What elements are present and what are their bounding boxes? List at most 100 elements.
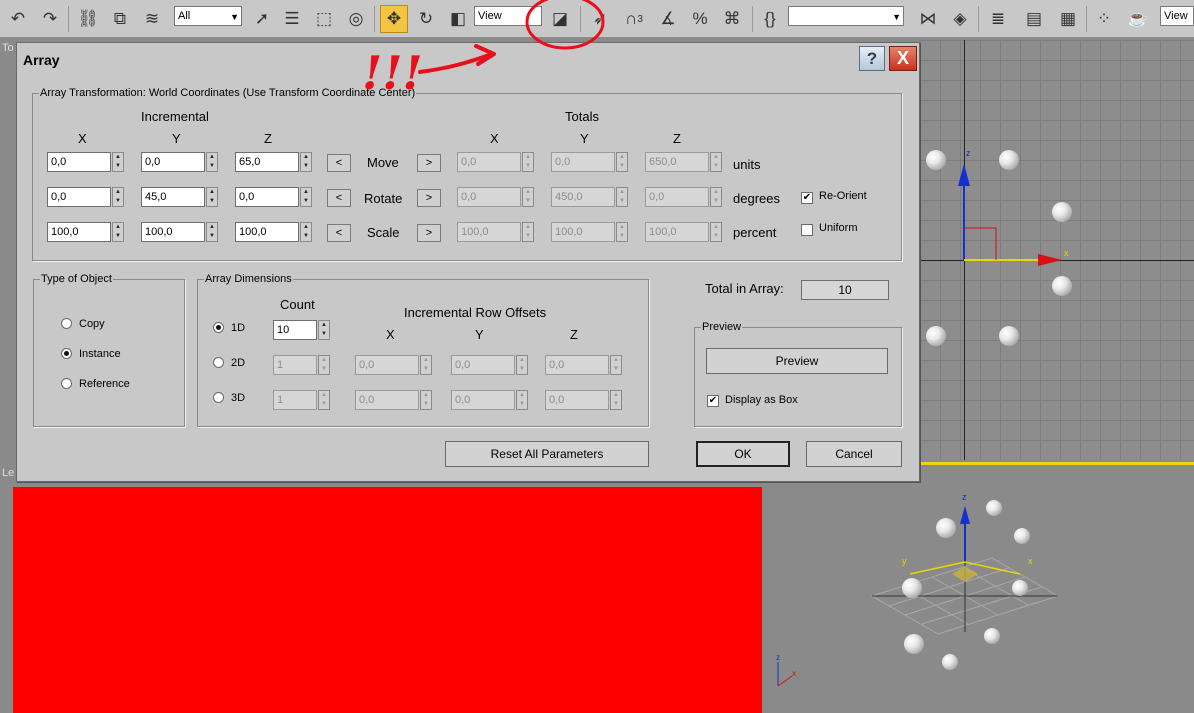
reorient-label: Re-Orient [819,190,867,202]
edit-named-selection-icon[interactable]: {} [756,5,784,33]
cancel-button[interactable]: Cancel [806,441,902,467]
move-right-arrow-button[interactable]: > [417,154,441,172]
scale-y-spinner[interactable]: ▲ ▼ [206,222,218,242]
spinner-snap-icon[interactable]: ⌘ [718,5,746,33]
layer-manager-icon[interactable]: ≣ [984,5,1012,33]
dialog-titlebar[interactable]: Array ? X [17,43,919,75]
display-as-box-checkbox[interactable]: ✔ [707,395,719,407]
selection-filter-dropdown[interactable]: All ▼ [174,6,242,26]
move-y-total: 0,0 [551,152,615,172]
viewport-label-left[interactable]: Le [2,467,14,479]
close-button[interactable]: X [889,46,917,71]
toolbar-separator [1086,6,1087,32]
array-sphere[interactable] [986,500,1002,516]
array-sphere[interactable] [1052,276,1072,296]
rectangular-selection-icon[interactable]: ⬚ [310,5,338,33]
array-sphere[interactable] [1012,580,1028,596]
array-sphere[interactable] [1052,202,1072,222]
manipulate-icon[interactable]: ➶ [586,5,614,33]
rotate-x-spinner[interactable]: ▲ ▼ [112,187,124,207]
copy-radio[interactable] [61,318,72,329]
select-and-scale-icon[interactable]: ◧ [444,5,472,33]
reorient-checkbox[interactable]: ✔ [801,192,813,204]
scale-z-spinner[interactable]: ▲ ▼ [300,222,312,242]
array-sphere[interactable] [902,578,922,598]
select-and-move-icon[interactable]: ✥ [380,5,408,33]
named-selection-dropdown[interactable]: ▼ [788,6,904,26]
curve-editor-icon[interactable]: ▤ [1020,5,1048,33]
dimension-3d-radio[interactable] [213,392,224,403]
move-left-arrow-button[interactable]: < [327,154,351,172]
scale-right-arrow-button[interactable]: > [417,224,441,242]
select-by-name-icon[interactable]: ☰ [278,5,306,33]
array-sphere[interactable] [1014,528,1030,544]
select-and-rotate-icon[interactable]: ↻ [412,5,440,33]
reference-coordinate-dropdown[interactable]: View [474,6,542,26]
count-1d-field[interactable]: 10 [273,320,317,340]
bind-to-space-warp-icon[interactable]: ≋ [138,5,166,33]
help-button[interactable]: ? [859,46,885,71]
snap-toggle-icon[interactable]: ∩ 3 [620,5,648,33]
move-x-incremental[interactable]: 0,0 [47,152,111,172]
rotate-unit-label: degrees [733,191,780,206]
render-setup-icon[interactable]: ☕ [1124,5,1152,33]
transform-gizmo[interactable]: z x [920,40,1194,460]
uniform-checkbox[interactable] [801,224,813,236]
toolbar-separator [752,6,753,32]
percent-snap-icon[interactable]: % [686,5,714,33]
array-sphere[interactable] [926,150,946,170]
array-sphere[interactable] [942,654,958,670]
rotate-left-arrow-button[interactable]: < [327,189,351,207]
top-viewport[interactable]: z x [920,40,1194,460]
array-sphere[interactable] [904,634,924,654]
scale-y-incremental[interactable]: 100,0 [141,222,205,242]
mirror-icon[interactable]: ⋈ [914,5,942,33]
array-sphere[interactable] [926,326,946,346]
move-y-spinner[interactable]: ▲ ▼ [206,152,218,172]
rotate-y-incremental[interactable]: 45,0 [141,187,205,207]
instance-radio[interactable] [61,348,72,359]
array-sphere[interactable] [936,518,956,538]
preview-button[interactable]: Preview [706,348,888,374]
angle-snap-icon[interactable]: ∡ [654,5,682,33]
viewport-label-top[interactable]: To [2,42,14,54]
perspective-viewport[interactable]: z x y z x [762,466,1194,713]
array-sphere[interactable] [984,628,1000,644]
redacted-area [13,487,762,713]
count-1d-spinner[interactable]: ▲ ▼ [318,320,330,340]
align-icon[interactable]: ◈ [946,5,974,33]
rotate-right-arrow-button[interactable]: > [417,189,441,207]
rotate-z-incremental[interactable]: 0,0 [235,187,299,207]
rotate-z-total-spinner: ▲ ▼ [710,187,722,207]
schematic-view-icon[interactable]: ▦ [1054,5,1082,33]
scale-left-arrow-button[interactable]: < [327,224,351,242]
select-and-link-icon[interactable]: ⛓ [74,5,102,33]
material-editor-icon[interactable]: ⁘ [1090,5,1118,33]
unlink-selection-icon[interactable]: ⧉ [106,5,134,33]
reset-all-parameters-button[interactable]: Reset All Parameters [445,441,649,467]
reference-radio[interactable] [61,378,72,389]
scale-z-incremental[interactable]: 100,0 [235,222,299,242]
ok-button[interactable]: OK [696,441,790,467]
rotate-x-incremental[interactable]: 0,0 [47,187,111,207]
scale-x-incremental[interactable]: 100,0 [47,222,111,242]
redo-icon[interactable]: ↷ [36,5,64,33]
render-view-dropdown[interactable]: View [1160,6,1194,26]
dimension-2d-radio[interactable] [213,357,224,368]
rotate-z-spinner[interactable]: ▲ ▼ [300,187,312,207]
move-z-spinner[interactable]: ▲ ▼ [300,152,312,172]
move-z-incremental[interactable]: 65,0 [235,152,299,172]
array-sphere[interactable] [999,150,1019,170]
select-object-icon[interactable]: ➚ [248,5,276,33]
window-crossing-icon[interactable]: ◎ [342,5,370,33]
dimension-1d-radio[interactable] [213,322,224,333]
array-sphere[interactable] [999,326,1019,346]
dimension-1d-label: 1D [231,322,246,334]
undo-icon[interactable]: ↶ [4,5,32,33]
rotate-x-total: 0,0 [457,187,521,207]
move-x-spinner[interactable]: ▲ ▼ [112,152,124,172]
use-transform-center-icon[interactable]: ◪ [546,5,574,33]
scale-x-spinner[interactable]: ▲ ▼ [112,222,124,242]
rotate-y-spinner[interactable]: ▲ ▼ [206,187,218,207]
move-y-incremental[interactable]: 0,0 [141,152,205,172]
